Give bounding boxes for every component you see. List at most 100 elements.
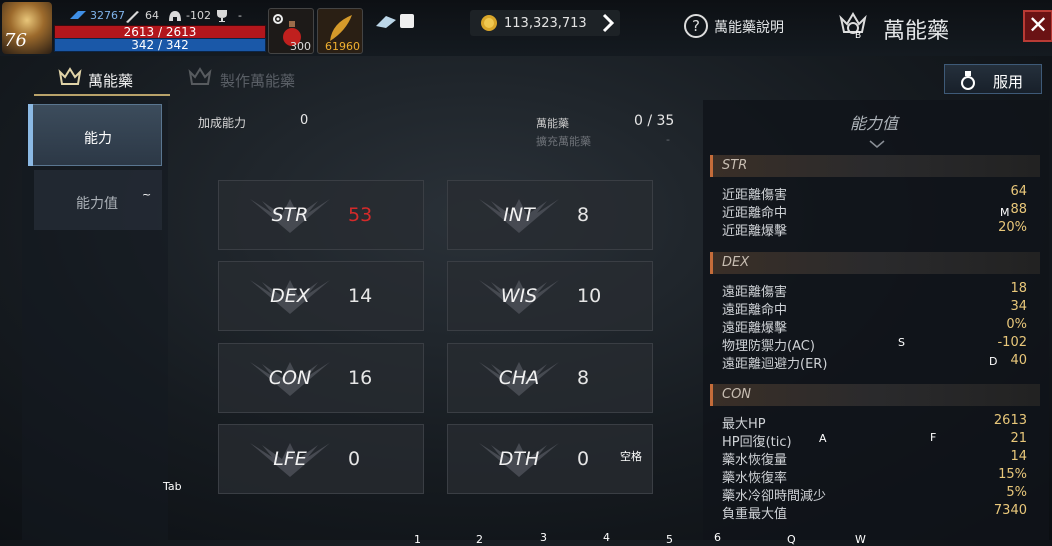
hint-m: M [1000,206,1010,219]
hp-text: 2613 / 2613 [123,25,197,39]
stat-row-label: 物理防禦力(AC) [722,339,815,354]
hint-space: 空格 [620,450,642,463]
stat-value: 0 [348,448,361,470]
slots-value: 0 / 35 [634,113,675,129]
stat-row-value: 40 [1010,353,1027,368]
gold-coin-icon [480,14,498,36]
sidebar-item-ability-label: 能力 [84,131,112,147]
stat-row-value: 18 [1010,281,1027,296]
stat-value: 8 [577,204,590,226]
stat-card-cha[interactable]: CHA 8 [447,343,653,413]
hint-6: 6 [714,531,721,544]
stat-row-label: 最大HP [722,417,766,432]
bonus-value: 0 [300,113,309,128]
page-title: 萬能藥 [883,19,950,44]
section-title: STR [722,158,748,173]
hint-4: 4 [603,531,610,544]
stat-name: STR [271,204,309,226]
sidebar-item-stats-label: 能力值 [76,196,118,212]
elixir-tab-icon [58,66,82,94]
expand-label: 擴充萬能藥 [536,135,591,148]
hint-d: D [989,355,998,368]
stat-row-label: 遠距離爆擊 [722,321,788,336]
stat-row-label: 遠距離傷害 [722,285,788,300]
stat-row-value: 2613 [993,413,1027,428]
mp-text: 342 / 342 [131,38,189,52]
hp-bar: 2613 / 2613 [54,25,266,39]
flask-icon [959,70,977,94]
section-accent [710,252,713,274]
sidebar-item-stats-badge: ~ [142,188,152,201]
crystal-icon [374,14,398,34]
stat-card-wis[interactable]: WIS 10 [447,261,653,331]
stat-name: DEX [270,285,310,307]
hint-tab: Tab [163,480,182,493]
stat-value: 0 [577,448,590,470]
stat-row-value: 34 [1010,299,1027,314]
title-badge: B [855,31,862,41]
stat-card-dex[interactable]: DEX 14 [218,261,424,331]
stat-row-value: 7340 [993,503,1027,518]
quickslot-potion[interactable]: 300 [268,8,314,54]
stat-name: LFE [273,448,307,470]
stat-row-value: 20% [998,220,1027,235]
bonus-label: 加成能力 [198,116,247,130]
stat-row-value: 88 [1010,202,1027,217]
stat-row-label: 近距離命中 [722,206,788,221]
stat-name: CON [268,367,312,389]
section-header-con [710,384,1040,406]
exp-icon [68,9,88,24]
section-header-dex [710,252,1040,274]
section-title: CON [722,387,752,402]
use-button[interactable]: 服用 [944,64,1042,94]
arrow-count: 61960 [325,40,360,53]
quickslot-arrow[interactable]: 61960 [317,8,363,54]
helmet-icon [168,9,182,26]
hint-f: F [930,431,937,444]
close-button[interactable]: ✕ [1023,10,1052,42]
stat-row-label: 負重最大值 [722,507,788,522]
stat-row-value: 14 [1010,449,1027,464]
stat-row-label: HP回復(tic) [722,435,792,450]
help-label[interactable]: 萬能藥說明 [714,17,784,37]
close-icon: ✕ [1027,11,1049,39]
chevron-down-icon [868,134,886,153]
chevron-right-icon[interactable] [600,12,616,38]
stat-row-label: 遠距離迴避力(ER) [722,357,828,372]
selection-indicator [28,104,33,166]
trophy-value: - [238,9,242,22]
stat-row-label: 近距離傷害 [722,188,788,203]
stat-value: 16 [348,367,373,389]
section-header-str [710,155,1040,177]
character-level: 76 [4,30,27,51]
stat-row-label: 藥水冷卻時間減少 [722,489,827,504]
panel-title: 能力值 [850,114,899,133]
stat-name: INT [503,204,535,226]
stat-card-str[interactable]: STR 53 [218,180,424,250]
stat-value: 53 [348,204,373,226]
stat-card-int[interactable]: INT 8 [447,180,653,250]
tab-elixir-label: 萬能藥 [88,72,134,90]
gold-amount: 113,323,713 [504,16,587,31]
tab-craft-elixir[interactable]: 製作萬能藥 [220,70,295,91]
stat-row-label: 遠距離命中 [722,303,788,318]
stat-row-label: 藥水恢復量 [722,453,788,468]
stat-row-value: 15% [998,467,1027,482]
slots-label: 萬能藥 [536,117,569,130]
stat-card-lfe[interactable]: LFE 0 [218,424,424,494]
help-icon[interactable]: ? [683,13,709,43]
use-button-label: 服用 [993,73,1024,91]
stat-value: 14 [348,285,373,307]
hint-a: A [819,432,827,445]
attack-value: 64 [145,9,159,22]
hint-3: 3 [540,531,547,544]
section-accent [710,384,713,406]
exp-value: 32767 [90,9,125,22]
stat-row-label: 近距離爆擊 [722,224,788,239]
blank-currency-icon [400,14,414,28]
stat-card-con[interactable]: CON 16 [218,343,424,413]
expand-value: - [666,133,670,146]
stat-value: 8 [577,367,590,389]
hint-s: S [898,336,905,349]
stat-name: DTH [498,448,540,470]
